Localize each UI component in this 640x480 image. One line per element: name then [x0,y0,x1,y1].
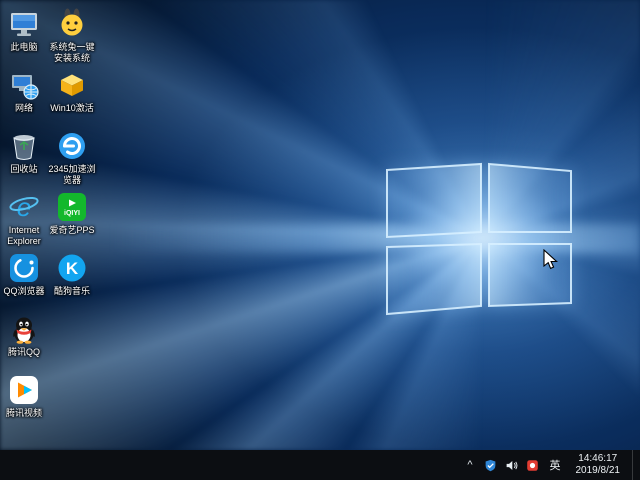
desktop-icon-label: 爱奇艺PPS [49,225,94,236]
desktop-icon-label: 回收站 [10,164,37,175]
taskbar: ^ 英 14:46:17 [0,450,640,480]
desktop-icon-2345-browser[interactable]: 2345加速浏览器 [48,130,96,191]
desktop-icon-tencent-qq[interactable]: 腾讯QQ [0,313,48,374]
2345-browser-icon [56,130,88,162]
desktop-icon-label: 此电脑 [10,42,37,53]
desktop-icon-label: Win10激活 [50,103,94,114]
window-pane-top-right [489,164,571,232]
desktop-icon-label: 腾讯QQ [8,347,40,358]
iqiyi-pps-icon: iQIYI [56,191,88,223]
system-rabbit-icon [56,8,88,40]
svg-text:K: K [66,259,79,278]
show-desktop-button[interactable] [632,450,638,480]
desktop-icon-system-rabbit[interactable]: 系统兔一键安装系统 [48,8,96,69]
desktop-icon-label: Internet Explorer [0,225,48,247]
tencent-qq-icon [8,313,40,345]
security-shield-icon[interactable] [484,459,497,472]
desktop-icon-label: 网络 [15,103,33,114]
desktop-icon-label: 系统兔一键安装系统 [48,42,96,64]
system-tray: ^ 英 14:46:17 [464,450,640,480]
volume-icon[interactable] [505,459,518,472]
internet-explorer-icon: e [8,191,40,223]
desktop-icon-label: 酷狗音乐 [54,286,90,297]
svg-text:iQIYI: iQIYI [64,210,80,217]
clock-time: 14:46:17 [576,453,621,466]
desktop-icon-label: 2345加速浏览器 [48,164,96,186]
desktop-icon-column-2: 系统兔一键安装系统 Win10激活 2345加速浏览器 [48,8,96,313]
desktop-icon-tencent-video[interactable]: 腾讯视频 [0,374,48,435]
desktop-icon-label: 腾讯视频 [6,408,42,419]
desktop-icon-kugou-music[interactable]: K 酷狗音乐 [48,252,96,313]
tray-expand-chevron-icon[interactable]: ^ [464,460,475,471]
desktop-icon-iqiyi-pps[interactable]: iQIYI 爱奇艺PPS [48,191,96,252]
desktop-icon-internet-explorer[interactable]: e Internet Explorer [0,191,48,252]
window-pane-bottom-left [387,244,481,314]
taskbar-clock[interactable]: 14:46:17 2019/8/21 [572,453,625,478]
kugou-music-icon: K [56,252,88,284]
recycle-bin-icon [8,130,40,162]
desktop-surface[interactable]: 此电脑 网络 回收站 [0,0,640,480]
window-pane-top-left [387,164,481,237]
clock-date: 2019/8/21 [576,465,621,478]
desktop-icon-this-pc[interactable]: 此电脑 [0,8,48,69]
desktop-icon-network[interactable]: 网络 [0,69,48,130]
windows-logo-wallpaper [0,0,640,450]
input-language-indicator[interactable]: 英 [547,457,564,473]
desktop-icon-win10-activation[interactable]: Win10激活 [48,69,96,130]
this-pc-icon [8,8,40,40]
tray-red-app-icon[interactable] [526,459,539,472]
desktop-icon-label: QQ浏览器 [3,286,44,297]
network-icon [8,69,40,101]
win10-activation-icon [56,69,88,101]
tencent-video-icon [8,374,40,406]
qq-browser-icon [8,252,40,284]
desktop-icon-qq-browser[interactable]: QQ浏览器 [0,252,48,313]
desktop-icon-column-1: 此电脑 网络 回收站 [0,8,48,435]
mouse-cursor [543,249,559,276]
desktop-icon-recycle-bin[interactable]: 回收站 [0,130,48,191]
